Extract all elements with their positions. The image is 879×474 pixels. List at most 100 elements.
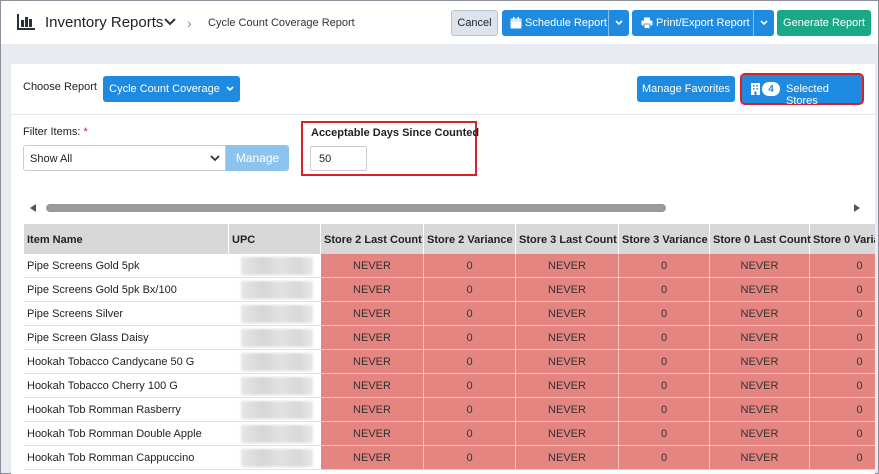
table-row[interactable]: Hookah Tobacco Cherry 100 G NEVER 0 NEVER 0 N…	[24, 374, 875, 398]
table-row[interactable]: Pipe Screen Glass Daisy NEVER 0 NEVER 0 NEVER…	[24, 326, 875, 350]
variance-cell: 0	[424, 446, 516, 470]
upc-cell	[229, 398, 321, 422]
scroll-right-icon[interactable]	[854, 204, 860, 212]
schedule-report-button[interactable]: Schedule Report	[502, 10, 629, 36]
schedule-report-label: Schedule Report	[525, 17, 607, 29]
cancel-button-label: Cancel	[457, 17, 492, 29]
top-bar: Inventory Reports › Cycle Count Coverage…	[1, 1, 878, 44]
variance-cell: 0	[810, 446, 875, 470]
item-name-cell: Pipe Screens Gold 5pk Bx/100	[24, 278, 229, 302]
variance-cell: 0	[424, 278, 516, 302]
variance-cell: 0	[424, 302, 516, 326]
variance-cell: 0	[810, 350, 875, 374]
report-selected: Cycle Count Coverage	[109, 83, 220, 95]
column-header[interactable]: Item Name	[24, 224, 229, 254]
item-name-cell: Pipe Screen Glass Daisy	[24, 326, 229, 350]
upc-cell	[229, 302, 321, 326]
scroll-thumb[interactable]	[46, 204, 666, 212]
item-name-cell: Hookah Tobacco Candycane 50 G	[24, 350, 229, 374]
column-header[interactable]: Store 3 Variance	[619, 224, 710, 254]
upc-redacted	[241, 377, 313, 395]
variance-cell: 0	[424, 374, 516, 398]
upc-redacted	[241, 353, 313, 371]
table-row[interactable]: Pipe Screens Gold 5pk Bx/100 NEVER 0 NEVER 0…	[24, 278, 875, 302]
variance-cell: 0	[619, 422, 710, 446]
last-count-cell: NEVER	[321, 446, 424, 470]
last-count-cell: NEVER	[710, 374, 810, 398]
column-header[interactable]: Store 0 Last Count	[710, 224, 811, 254]
manage-filter-button[interactable]: Manage	[226, 145, 289, 171]
variance-cell: 0	[424, 422, 516, 446]
variance-cell: 0	[619, 278, 710, 302]
filter-items-select[interactable]: Show All	[23, 145, 226, 171]
variance-cell: 0	[619, 350, 710, 374]
column-header[interactable]: Store 2 Last Count	[321, 224, 424, 254]
column-header[interactable]: UPC	[229, 224, 321, 254]
acceptable-days-input[interactable]: 50	[310, 146, 367, 171]
last-count-cell: NEVER	[516, 350, 619, 374]
table-row[interactable]: Pipe Screens Gold 5pk NEVER 0 NEVER 0 NEVER 0	[24, 254, 875, 278]
last-count-cell: NEVER	[321, 398, 424, 422]
table-row[interactable]: Hookah Tob Romman Cappuccino NEVER 0 NEVER 0…	[24, 446, 875, 470]
variance-cell: 0	[810, 278, 875, 302]
chevron-down-icon	[210, 155, 220, 162]
item-name-cell: Pipe Screens Gold 5pk	[24, 254, 229, 278]
manage-favorites-button[interactable]: Manage Favorites	[637, 76, 735, 102]
filter-value: Show All	[30, 153, 73, 165]
upc-redacted	[241, 449, 313, 467]
choose-report-dropdown[interactable]: Cycle Count Coverage	[103, 76, 240, 102]
generate-report-button[interactable]: Generate Report	[777, 10, 871, 36]
chevron-down-icon[interactable]	[164, 17, 176, 27]
last-count-cell: NEVER	[321, 422, 424, 446]
split-divider	[608, 10, 609, 36]
last-count-cell: NEVER	[710, 278, 810, 302]
scroll-left-icon[interactable]	[30, 204, 36, 212]
column-header[interactable]: Store 2 Variance	[424, 224, 516, 254]
horizontal-scrollbar[interactable]	[24, 201, 860, 215]
upc-redacted	[241, 425, 313, 443]
last-count-cell: NEVER	[321, 254, 424, 278]
variance-cell: 0	[424, 326, 516, 350]
upc-cell	[229, 350, 321, 374]
upc-cell	[229, 446, 321, 470]
variance-cell: 0	[810, 302, 875, 326]
required-mark: *	[83, 126, 88, 138]
table-row[interactable]: Pipe Screens Silver NEVER 0 NEVER 0 NEVER 0	[24, 302, 875, 326]
last-count-cell: NEVER	[321, 326, 424, 350]
reports-icon	[17, 14, 35, 30]
upc-cell	[229, 254, 321, 278]
variance-cell: 0	[810, 398, 875, 422]
table-row[interactable]: Hookah Tob Romman Double Apple NEVER 0 NEVE…	[24, 422, 875, 446]
item-name-cell: Hookah Tob Romman Rasberry	[24, 398, 229, 422]
variance-cell: 0	[619, 254, 710, 278]
table-row[interactable]: Hookah Tob Romman Rasberry NEVER 0 NEVER 0 NE…	[24, 398, 875, 422]
last-count-cell: NEVER	[516, 326, 619, 350]
last-count-cell: NEVER	[516, 422, 619, 446]
variance-cell: 0	[619, 374, 710, 398]
print-export-label: Print/Export Report	[656, 17, 750, 29]
last-count-cell: NEVER	[321, 302, 424, 326]
chevron-down-icon[interactable]	[615, 20, 623, 26]
cancel-button[interactable]: Cancel	[451, 10, 498, 36]
print-export-button[interactable]: Print/Export Report	[632, 10, 774, 36]
variance-cell: 0	[619, 326, 710, 350]
divider	[11, 114, 875, 115]
printer-icon	[641, 17, 653, 29]
last-count-cell: NEVER	[516, 446, 619, 470]
upc-cell	[229, 326, 321, 350]
column-header[interactable]: Store 0 Variance	[810, 224, 875, 254]
variance-cell: 0	[424, 398, 516, 422]
last-count-cell: NEVER	[710, 422, 810, 446]
variance-cell: 0	[810, 374, 875, 398]
upc-redacted	[241, 257, 313, 275]
last-count-cell: NEVER	[710, 254, 810, 278]
chevron-down-icon[interactable]	[760, 20, 768, 26]
acceptable-days-label: Acceptable Days Since Counted	[311, 127, 480, 139]
column-header[interactable]: Store 3 Last Count	[516, 224, 619, 254]
store-count-badge: 4	[762, 82, 780, 96]
last-count-cell: NEVER	[516, 254, 619, 278]
selected-stores-button[interactable]: 4 Selected Stores	[740, 73, 864, 107]
app-title[interactable]: Inventory Reports	[45, 14, 163, 31]
item-name-cell: Hookah Tob Romman Double Apple	[24, 422, 229, 446]
table-row[interactable]: Hookah Tobacco Candycane 50 G NEVER 0 NEVER…	[24, 350, 875, 374]
